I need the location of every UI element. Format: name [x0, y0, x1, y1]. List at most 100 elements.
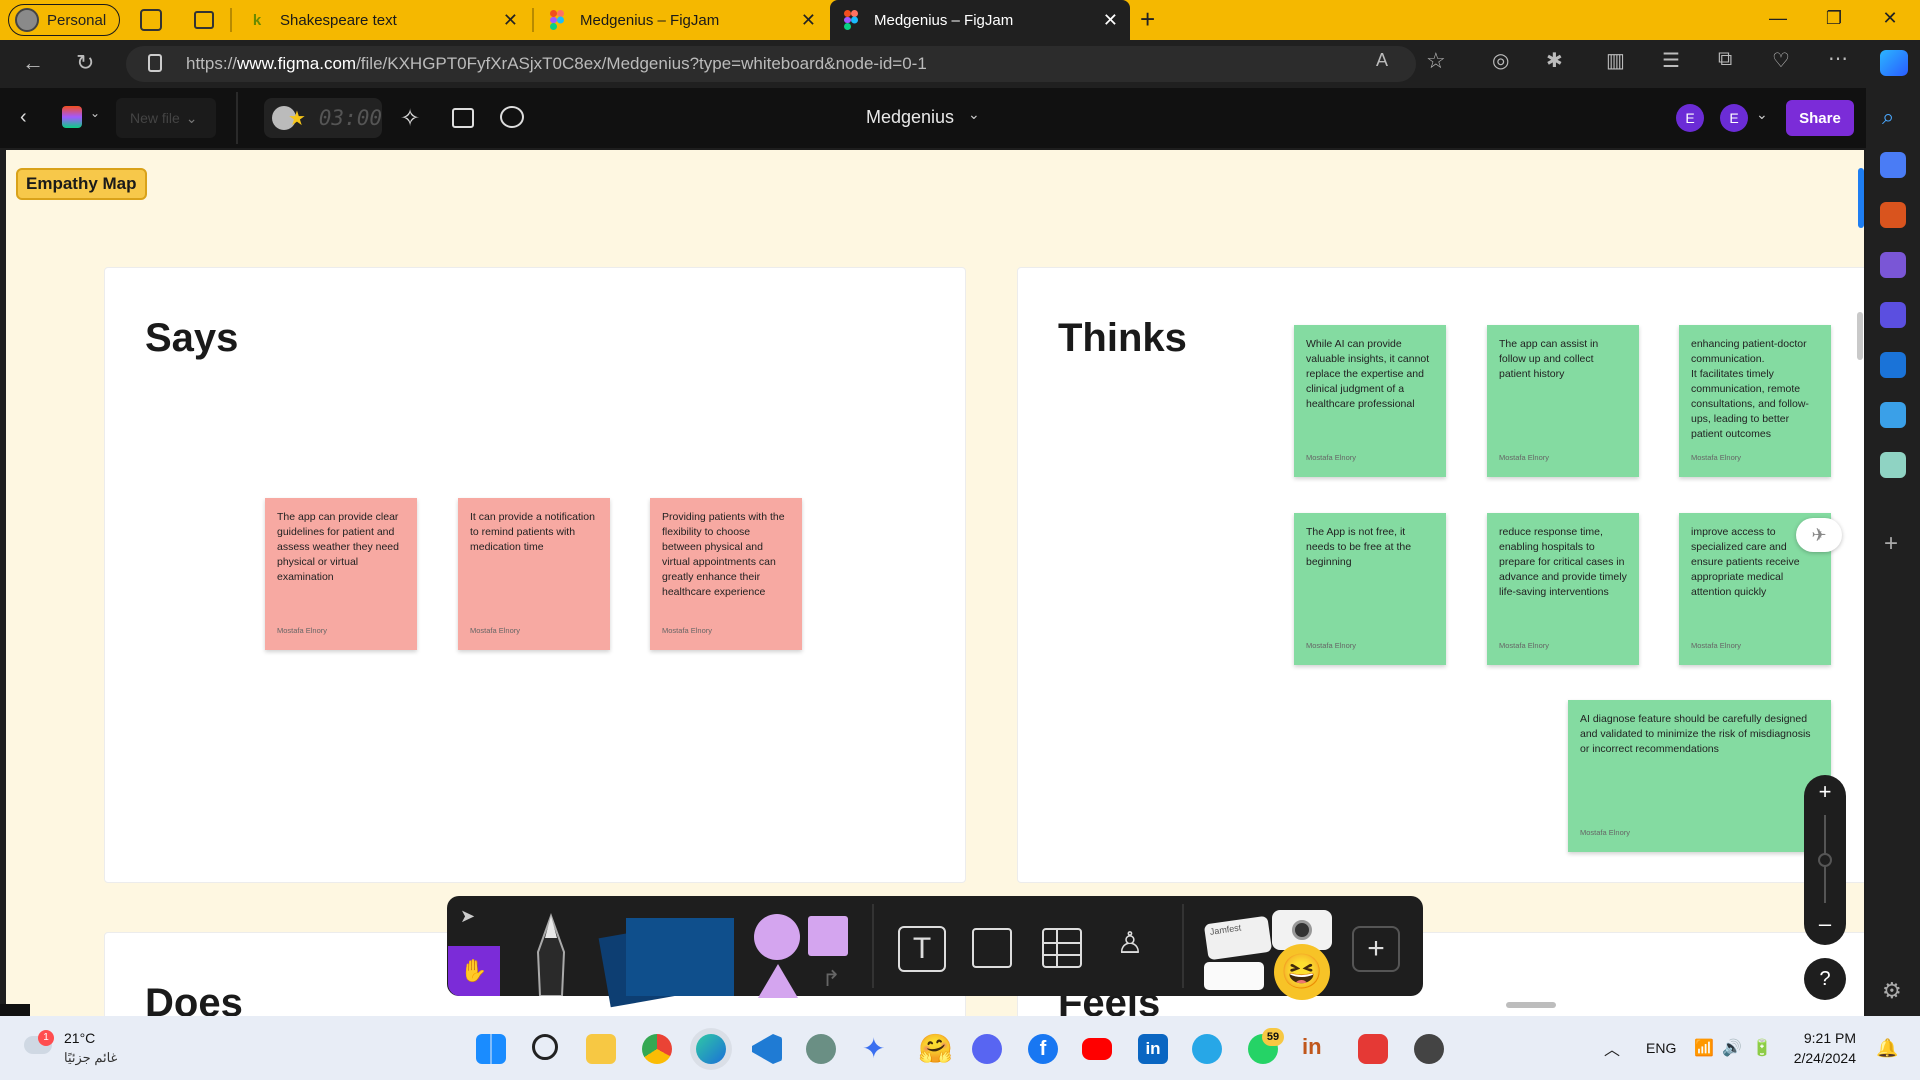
chatgpt-icon[interactable] [1880, 452, 1906, 478]
section-tool-icon[interactable] [972, 928, 1012, 968]
select-cursor-icon[interactable]: ➤ [460, 906, 475, 927]
close-icon[interactable]: ✕ [503, 10, 518, 31]
wps-icon[interactable] [1358, 1034, 1388, 1064]
vertical-tabs-icon[interactable] [194, 11, 214, 29]
text-tool-icon[interactable]: T [898, 926, 946, 972]
linkedin-icon[interactable]: in [1138, 1034, 1168, 1064]
close-icon[interactable]: ✕ [801, 10, 816, 31]
tab-medgenius-active[interactable]: Medgenius – FigJam ✕ [830, 0, 1130, 40]
add-icon[interactable]: + [1884, 530, 1898, 558]
weather-icon[interactable]: 1 [24, 1030, 54, 1058]
frame-scrollbar[interactable] [1857, 312, 1863, 360]
stamp-tool-icon[interactable]: ♙ [1110, 926, 1150, 970]
file-explorer-icon[interactable] [586, 1034, 616, 1064]
user-avatar[interactable]: E [1676, 104, 1704, 132]
chrome-icon[interactable] [642, 1034, 672, 1064]
layout-panel-icon[interactable] [452, 108, 474, 128]
close-icon[interactable]: ✕ [1103, 10, 1118, 31]
sticky-note[interactable]: It can provide a notification to remind … [458, 498, 610, 650]
laughing-emoji-icon[interactable]: 😆 [1274, 944, 1330, 1000]
zoom-out-button[interactable]: – [1804, 911, 1846, 937]
shopping-tag-icon[interactable] [1880, 152, 1906, 178]
telegram-icon[interactable] [1192, 1034, 1222, 1064]
send-icon[interactable] [1880, 402, 1906, 428]
gemini-icon[interactable]: ✦ [862, 1032, 885, 1065]
zoom-slider-handle[interactable] [1818, 853, 1832, 867]
cursor-chat-icon[interactable]: ✈ [1796, 518, 1842, 552]
search-icon[interactable]: ⌕ [1882, 104, 1894, 130]
frame-thinks[interactable]: Thinks While AI can provide valuable ins… [1017, 267, 1864, 883]
sticky-note[interactable]: While AI can provide valuable insights, … [1294, 325, 1446, 477]
discord-icon[interactable] [972, 1034, 1002, 1064]
ai-sparkle-icon[interactable]: ✧ [400, 104, 420, 133]
read-aloud-icon[interactable]: A [1376, 50, 1388, 71]
new-file-button[interactable]: New file ⌄ [116, 98, 216, 138]
more-menu-icon[interactable]: ⋯ [1828, 46, 1848, 71]
hugging-face-icon[interactable]: 🤗 [918, 1032, 953, 1065]
chevron-down-icon[interactable]: ⌄ [1756, 106, 1768, 123]
favorite-star-icon[interactable]: ☆ [1426, 48, 1446, 74]
search-icon[interactable] [532, 1034, 558, 1060]
hand-tool-icon[interactable]: ✋ [448, 946, 500, 996]
timer-widget[interactable]: ★ 03:00 [264, 98, 382, 138]
notification-bell-icon[interactable]: 🔔 [1876, 1038, 1898, 1059]
new-tab-icon[interactable]: + [1140, 4, 1155, 35]
clock-time[interactable]: 9:21 PM [1796, 1030, 1856, 1046]
workspaces-icon[interactable] [140, 9, 162, 31]
miro-app-icon[interactable]: in [1302, 1034, 1322, 1060]
youtube-icon[interactable] [1082, 1038, 1112, 1060]
sticky-note[interactable]: AI diagnose feature should be carefully … [1568, 700, 1831, 852]
games-icon[interactable] [1880, 252, 1906, 278]
volume-icon[interactable]: 🔊 [1722, 1038, 1742, 1058]
sticky-note[interactable]: The app can provide clear guidelines for… [265, 498, 417, 650]
tab-medgenius-1[interactable]: Medgenius – FigJam ✕ [536, 0, 828, 40]
shapes-tool-icon[interactable]: ↱ [752, 912, 852, 998]
lock-icon[interactable] [148, 54, 162, 72]
close-window-icon[interactable]: ✕ [1878, 8, 1902, 29]
zoom-in-button[interactable]: + [1804, 779, 1846, 805]
frame-says[interactable]: Says The app can provide clear guideline… [104, 267, 966, 883]
back-chevron-icon[interactable]: ‹ [20, 106, 27, 129]
back-icon[interactable]: ← [22, 50, 44, 76]
media-player-icon[interactable] [1414, 1034, 1444, 1064]
refresh-icon[interactable]: ↻ [76, 50, 94, 76]
favorites-icon[interactable]: ☰ [1662, 48, 1680, 73]
share-button[interactable]: Share [1786, 100, 1854, 136]
comment-icon[interactable] [500, 106, 524, 128]
edge-icon[interactable] [696, 1034, 726, 1064]
tray-overflow-icon[interactable]: ︿ [1604, 1036, 1620, 1060]
chevron-down-icon[interactable]: ⌄ [968, 106, 980, 123]
figma-menu-icon[interactable] [62, 106, 82, 128]
sticky-note[interactable]: The App is not free, it needs to be free… [1294, 513, 1446, 665]
sticky-note[interactable]: enhancing patient-doctor communication. … [1679, 325, 1831, 477]
collections-icon[interactable]: ⧉ [1718, 48, 1732, 71]
minimize-icon[interactable]: — [1766, 8, 1790, 29]
url-field[interactable]: https://www.figma.com/file/KXHGPT0FyfXrA… [126, 46, 1416, 82]
tab-shakespeare[interactable]: k Shakespeare text ✕ [236, 0, 530, 40]
chatgpt-icon[interactable] [806, 1034, 836, 1064]
weather-temp[interactable]: 21°C [64, 1030, 95, 1046]
copilot-side-icon[interactable] [1880, 302, 1906, 328]
extension-icon[interactable]: ◎ [1492, 48, 1509, 73]
file-title[interactable]: Medgenius [866, 107, 954, 128]
user-avatar[interactable]: E [1720, 104, 1748, 132]
sticky-note[interactable]: The app can assist in follow up and coll… [1487, 325, 1639, 477]
performance-icon[interactable]: ♡ [1772, 48, 1790, 73]
language-indicator[interactable]: ENG [1646, 1040, 1676, 1056]
facebook-icon[interactable]: f [1028, 1034, 1058, 1064]
wifi-icon[interactable]: 📶 [1694, 1038, 1714, 1058]
table-tool-icon[interactable] [1042, 928, 1082, 968]
tools-icon[interactable] [1880, 202, 1906, 228]
windows-start-icon[interactable] [476, 1034, 506, 1064]
sticky-note[interactable]: reduce response time, enabling hospitals… [1487, 513, 1639, 665]
profile-button[interactable]: Personal [8, 4, 120, 36]
outlook-icon[interactable] [1880, 352, 1906, 378]
sticky-note-tool-icon[interactable] [598, 914, 734, 1008]
sticky-note[interactable]: Providing patients with the flexibility … [650, 498, 802, 650]
pen-tool-icon[interactable] [524, 912, 578, 997]
restore-icon[interactable]: ❐ [1822, 8, 1846, 29]
clock-date[interactable]: 2/24/2024 [1786, 1050, 1856, 1066]
more-tools-button[interactable]: + [1352, 926, 1400, 972]
extensions-puzzle-icon[interactable]: ✱ [1546, 48, 1563, 73]
section-label[interactable]: Empathy Map [16, 168, 147, 200]
